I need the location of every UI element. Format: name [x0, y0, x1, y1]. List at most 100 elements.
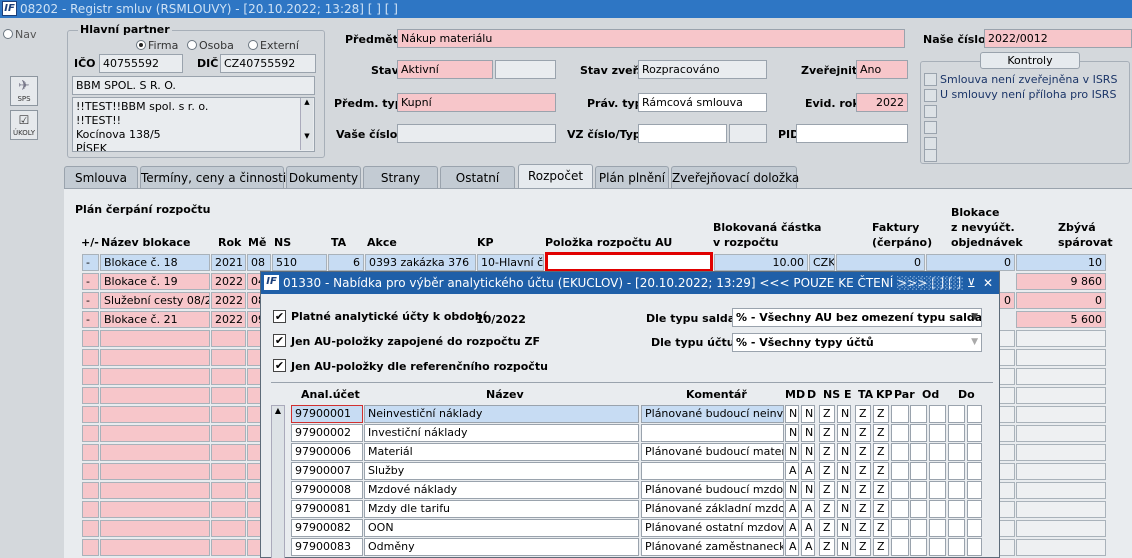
empty-cell[interactable]	[100, 520, 210, 537]
dialog-cell-e[interactable]: N	[837, 443, 851, 461]
dialog-cell-ns[interactable]: Z	[819, 443, 835, 461]
scroll-up-icon[interactable]: ▲	[272, 406, 284, 415]
dialog-cell-d[interactable]: N	[801, 424, 815, 442]
close-icon[interactable]: ✕	[983, 272, 993, 294]
dialog-cell-d[interactable]: N	[801, 405, 815, 423]
dialog-cell-md[interactable]: A	[785, 538, 799, 556]
dialog-cell-kp[interactable]: Z	[873, 481, 889, 499]
empty-cell[interactable]	[1016, 482, 1106, 499]
dialog-cell-ta[interactable]: Z	[855, 424, 871, 442]
dialog-cell-par[interactable]	[891, 405, 909, 423]
dialog-cell-ns[interactable]: Z	[819, 424, 835, 442]
dialog-cell-od2[interactable]	[929, 443, 946, 461]
empty-cell[interactable]	[211, 501, 246, 518]
dialog-cell-do2[interactable]	[967, 405, 982, 423]
row-nazev[interactable]: Blokace č. 18	[100, 254, 210, 271]
empty-cell[interactable]	[211, 425, 246, 442]
row-ns[interactable]: 510	[272, 254, 327, 271]
row-rok[interactable]: 2022	[211, 273, 246, 290]
dialog-cell-od[interactable]	[910, 443, 927, 461]
dialog-cell-do[interactable]	[948, 424, 965, 442]
empty-cell[interactable]	[211, 520, 246, 537]
predmet-field[interactable]: Nákup materiálu	[397, 29, 905, 48]
tab-ostatni[interactable]: Ostatní	[440, 166, 515, 188]
dialog-cell-e[interactable]: N	[837, 462, 851, 480]
empty-cell[interactable]	[1016, 406, 1106, 423]
empty-cell[interactable]	[1016, 520, 1106, 537]
empty-cell[interactable]	[211, 349, 246, 366]
dialog-cell-kp[interactable]: Z	[873, 405, 889, 423]
dialog-cell-nazev[interactable]: Mzdy dle tarifu	[364, 500, 639, 518]
empty-cell[interactable]	[211, 463, 246, 480]
sps-button[interactable]: ✈ SPS	[10, 76, 38, 106]
tab-terminy[interactable]: Termíny, ceny a činnosti	[140, 166, 286, 188]
dialog-cell-md[interactable]: N	[785, 424, 799, 442]
row-polozka-input[interactable]	[545, 252, 713, 272]
empty-cell[interactable]	[1016, 539, 1106, 556]
empty-cell[interactable]	[100, 501, 210, 518]
dialog-cell-do2[interactable]	[967, 481, 982, 499]
dialog-cell-od2[interactable]	[929, 424, 946, 442]
empty-cell[interactable]	[82, 520, 99, 537]
dialog-cell-d[interactable]: A	[801, 462, 815, 480]
dialog-cell-kp[interactable]: Z	[873, 443, 889, 461]
dialog-cell-par[interactable]	[891, 443, 909, 461]
dialog-cell-od2[interactable]	[929, 481, 946, 499]
dialog-cell-koment[interactable]	[641, 424, 784, 442]
empty-cell[interactable]	[100, 330, 210, 347]
row-akce[interactable]: 0393 zakázka 376	[365, 254, 476, 271]
dialog-cell-par[interactable]	[891, 519, 909, 537]
dialog-cell-kp[interactable]: Z	[873, 538, 889, 556]
dialog-cell-od2[interactable]	[929, 538, 946, 556]
pid-field[interactable]	[796, 124, 908, 143]
empty-cell[interactable]	[100, 425, 210, 442]
dialog-cell-ns[interactable]: Z	[819, 462, 835, 480]
dialog-cell-md[interactable]: A	[785, 519, 799, 537]
kontroly-check-6[interactable]	[924, 149, 937, 162]
dialog-cell-e[interactable]: N	[837, 538, 851, 556]
empty-cell[interactable]	[100, 539, 210, 556]
empty-cell[interactable]	[1016, 387, 1106, 404]
dialog-cell-ucet[interactable]: 97900008	[291, 481, 363, 499]
dialog-cell-nazev[interactable]: OON	[364, 519, 639, 537]
row-me[interactable]: 08	[247, 254, 271, 271]
empty-cell[interactable]	[211, 330, 246, 347]
dialog-cell-ucet[interactable]: 97900083	[291, 538, 363, 556]
dialog-cell-par[interactable]	[891, 462, 909, 480]
dialog-cell-ucet[interactable]: 97900007	[291, 462, 363, 480]
dialog-cell-nazev[interactable]: Mzdové náklady	[364, 481, 639, 499]
kontroly-check-4[interactable]	[924, 121, 937, 134]
kontroly-button[interactable]: Kontroly	[980, 52, 1080, 69]
empty-cell[interactable]	[82, 406, 99, 423]
minimize-icon[interactable]: ⊻	[967, 272, 976, 294]
ukoly-button[interactable]: ☑ ÚKOLY	[10, 110, 38, 140]
empty-cell[interactable]	[82, 425, 99, 442]
dialog-cell-e[interactable]: N	[837, 519, 851, 537]
chk-referencni[interactable]: ✔	[273, 359, 286, 372]
evid-rok-field[interactable]: 2022	[856, 93, 908, 112]
dialog-cell-do[interactable]	[948, 519, 965, 537]
tab-smlouva[interactable]: Smlouva	[64, 166, 138, 188]
stav-field[interactable]: Aktivní	[397, 60, 493, 79]
row-zbyva[interactable]: 0	[1016, 292, 1106, 309]
dialog-cell-ucet[interactable]: 97900006	[291, 443, 363, 461]
empty-cell[interactable]	[82, 482, 99, 499]
dialog-cell-ta[interactable]: Z	[855, 481, 871, 499]
dialog-cell-ns[interactable]: Z	[819, 519, 835, 537]
dialog-cell-od[interactable]	[910, 424, 927, 442]
tab-rozpocet[interactable]: Rozpočet	[518, 164, 593, 189]
dialog-cell-e[interactable]: N	[837, 405, 851, 423]
zverejnit-field[interactable]: Ano	[856, 60, 908, 79]
row-mena[interactable]: CZK	[809, 254, 835, 271]
dialog-cell-e[interactable]: N	[837, 481, 851, 499]
empty-cell[interactable]	[211, 368, 246, 385]
tab-strany[interactable]: Strany	[363, 166, 438, 188]
dialog-cell-par[interactable]	[891, 538, 909, 556]
dialog-cell-koment[interactable]: Plánované budoucí materiálové	[641, 443, 784, 461]
row-kp[interactable]: 10-Hlavní čin	[477, 254, 544, 271]
dialog-cell-e[interactable]: N	[837, 424, 851, 442]
dialog-cell-do2[interactable]	[967, 424, 982, 442]
dialog-cell-ta[interactable]: Z	[855, 405, 871, 423]
empty-cell[interactable]	[100, 463, 210, 480]
empty-cell[interactable]	[211, 387, 246, 404]
